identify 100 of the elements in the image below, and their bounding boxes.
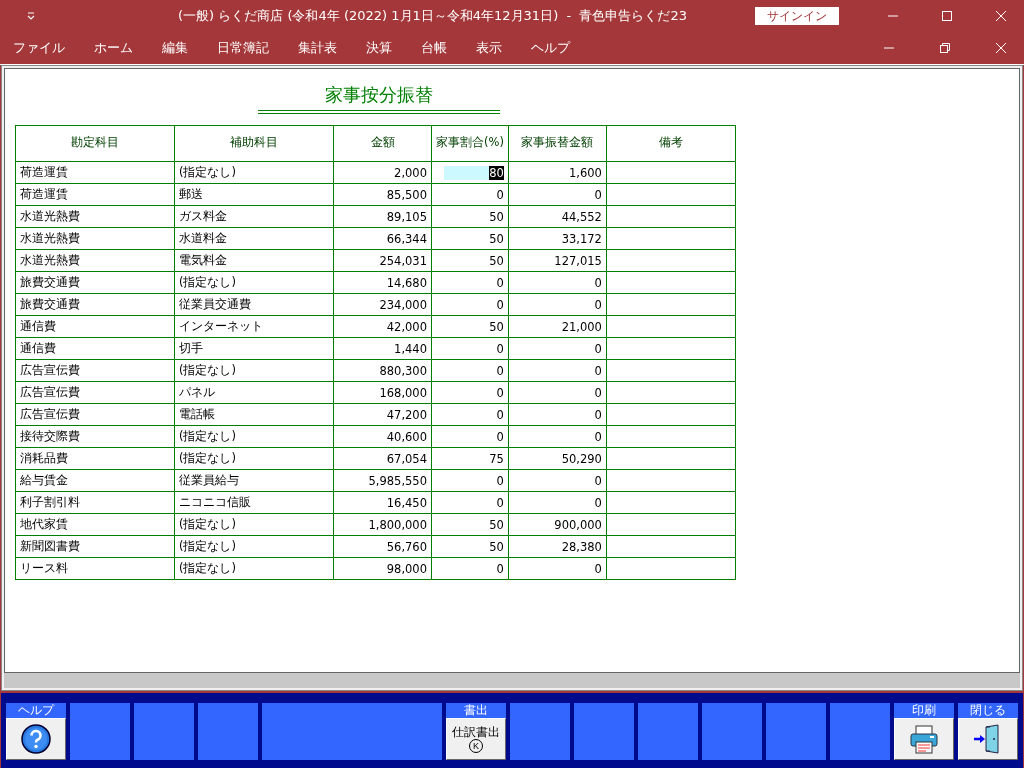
print-button[interactable] xyxy=(894,718,954,760)
menu-item[interactable]: ヘルプ xyxy=(522,39,579,57)
table-cell: 14,680 xyxy=(333,271,432,294)
table-cell: (指定なし) xyxy=(174,425,334,448)
table-cell[interactable]: 0 xyxy=(431,293,509,316)
table-cell[interactable]: 0 xyxy=(431,271,509,294)
table-cell[interactable]: 0 xyxy=(431,469,509,492)
close-button[interactable] xyxy=(958,718,1018,760)
table-cell: 234,000 xyxy=(333,293,432,316)
function-key-slot xyxy=(638,703,698,760)
table-cell: 電話帳 xyxy=(174,403,334,426)
function-key-slot xyxy=(830,703,890,760)
menu-item[interactable]: ホーム xyxy=(85,39,142,57)
table-cell: 水道料金 xyxy=(174,227,334,250)
table-cell: 0 xyxy=(508,557,607,580)
table-cell: (指定なし) xyxy=(174,447,334,470)
function-key-slot xyxy=(198,703,258,760)
table-cell: 21,000 xyxy=(508,315,607,338)
help-button[interactable] xyxy=(6,718,66,760)
menu-item[interactable]: 日常簿記 xyxy=(208,39,278,57)
table-cell[interactable]: 0 xyxy=(431,557,509,580)
table-cell[interactable]: 0 xyxy=(431,359,509,382)
table-cell: 0 xyxy=(508,337,607,360)
table-cell: 33,172 xyxy=(508,227,607,250)
table-cell[interactable]: 0 xyxy=(431,425,509,448)
table-cell[interactable]: 0 xyxy=(431,403,509,426)
table-cell: 通信費 xyxy=(15,337,175,360)
table-cell: 郵送 xyxy=(174,183,334,206)
column-header: 勘定科目 xyxy=(15,125,175,162)
table-cell[interactable]: 50 xyxy=(431,535,509,558)
table-cell: ニコニコ信販 xyxy=(174,491,334,514)
table-cell: 56,760 xyxy=(333,535,432,558)
table-cell: 広告宣伝費 xyxy=(15,359,175,382)
table-cell[interactable]: 50 xyxy=(431,227,509,250)
table-cell: インターネット xyxy=(174,315,334,338)
menu-item[interactable]: 表示 xyxy=(467,39,511,57)
table-cell: 0 xyxy=(508,469,607,492)
table-cell: 切手 xyxy=(174,337,334,360)
table-cell: パネル xyxy=(174,381,334,404)
table-cell: 荷造運賃 xyxy=(15,183,175,206)
function-key-slot xyxy=(134,703,194,760)
report-title: 家事按分振替 xyxy=(258,83,500,114)
table-cell[interactable]: 75 xyxy=(431,447,509,470)
table-cell: 0 xyxy=(508,271,607,294)
table-cell: 新聞図書費 xyxy=(15,535,175,558)
table-cell: 900,000 xyxy=(508,513,607,536)
table-cell[interactable]: 50 xyxy=(431,315,509,338)
table-cell: 0 xyxy=(508,381,607,404)
table-cell: 0 xyxy=(508,403,607,426)
close-icon[interactable] xyxy=(995,10,1007,22)
table-cell: 0 xyxy=(508,491,607,514)
table-cell[interactable]: 50 xyxy=(431,513,509,536)
column-header: 家事割合(%) xyxy=(431,125,509,162)
table-cell: 0 xyxy=(508,293,607,316)
table-cell: (指定なし) xyxy=(174,161,334,184)
column-header: 備考 xyxy=(606,125,736,162)
table-cell: 旅費交通費 xyxy=(15,293,175,316)
help-icon xyxy=(20,723,52,755)
table-cell[interactable]: 50 xyxy=(431,205,509,228)
menu-item[interactable]: ファイル xyxy=(4,39,74,57)
export-journal-button[interactable]: 仕訳書出 K xyxy=(446,718,506,760)
table-cell[interactable]: 0 xyxy=(431,381,509,404)
restore-icon[interactable] xyxy=(939,42,951,54)
close-icon[interactable] xyxy=(995,42,1007,54)
table-cell: 荷造運賃 xyxy=(15,161,175,184)
table-cell[interactable]: 0 xyxy=(431,183,509,206)
table-cell: 28,380 xyxy=(508,535,607,558)
menu-item[interactable]: 台帳 xyxy=(412,39,456,57)
table-cell: 67,054 xyxy=(333,447,432,470)
table-cell: 通信費 xyxy=(15,315,175,338)
table-cell: 2,000 xyxy=(333,161,432,184)
function-key-slot xyxy=(766,703,826,760)
table-cell: 電気料金 xyxy=(174,249,334,272)
function-key-slot xyxy=(510,703,570,760)
table-cell: 66,344 xyxy=(333,227,432,250)
function-key-slot xyxy=(70,703,130,760)
menu-item[interactable]: 決算 xyxy=(357,39,401,57)
maximize-icon[interactable] xyxy=(941,10,953,22)
table-cell: (指定なし) xyxy=(174,535,334,558)
sign-in-button[interactable]: サインイン xyxy=(755,7,839,25)
table-cell: 5,985,550 xyxy=(333,469,432,492)
table-cell[interactable]: 0 xyxy=(431,491,509,514)
ratio-input[interactable]: 80 xyxy=(443,165,504,180)
table-cell: (指定なし) xyxy=(174,557,334,580)
table-cell: ガス料金 xyxy=(174,205,334,228)
table-cell[interactable]: 0 xyxy=(431,337,509,360)
table-cell: 1,440 xyxy=(333,337,432,360)
printer-icon xyxy=(908,723,940,755)
table-cell: (指定なし) xyxy=(174,513,334,536)
table-cell: 254,031 xyxy=(333,249,432,272)
function-key-label: ヘルプ xyxy=(17,703,56,718)
table-cell: リース料 xyxy=(15,557,175,580)
table-cell: 消耗品費 xyxy=(15,447,175,470)
menu-item[interactable]: 編集 xyxy=(153,39,197,57)
table-cell: 85,500 xyxy=(333,183,432,206)
table-cell: 水道光熱費 xyxy=(15,227,175,250)
menu-item[interactable]: 集計表 xyxy=(289,39,346,57)
column-header: 補助科目 xyxy=(174,125,334,162)
table-cell[interactable]: 50 xyxy=(431,249,509,272)
function-key-slot xyxy=(702,703,762,760)
